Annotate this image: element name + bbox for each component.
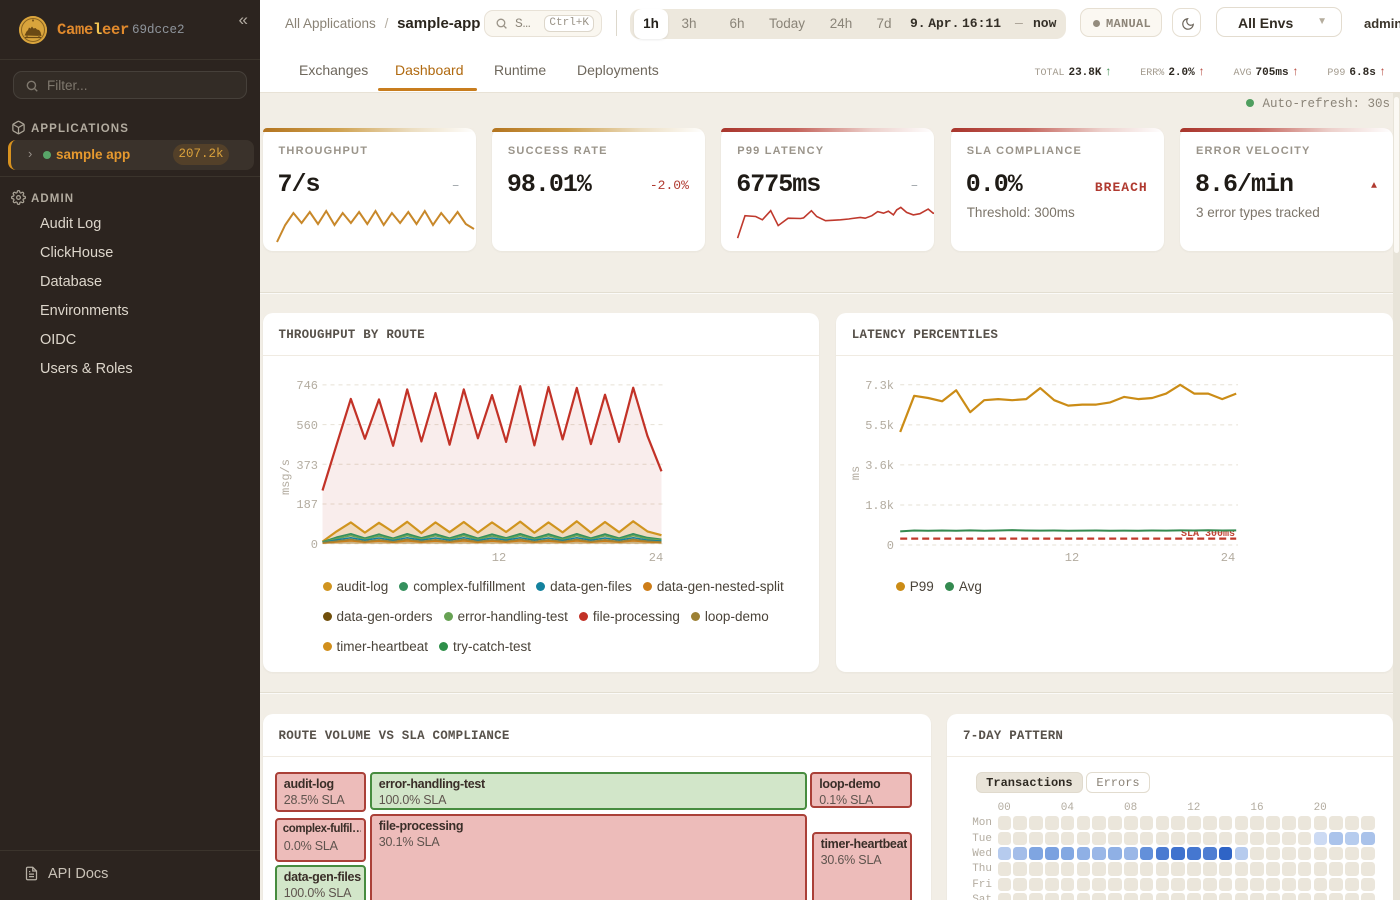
svg-text:7.3k: 7.3k [865, 379, 894, 393]
svg-text:24: 24 [1221, 551, 1235, 565]
svg-text:1.8k: 1.8k [865, 499, 894, 513]
svg-text:12: 12 [1065, 551, 1079, 565]
svg-text:ms: ms [849, 466, 863, 480]
svg-text:187: 187 [296, 498, 318, 512]
svg-text:0: 0 [310, 538, 317, 552]
svg-text:3.6k: 3.6k [865, 459, 894, 473]
svg-text:0: 0 [887, 539, 894, 553]
svg-text:746: 746 [296, 379, 318, 393]
svg-text:560: 560 [296, 419, 318, 433]
svg-text:5.5k: 5.5k [865, 419, 894, 433]
svg-text:24: 24 [648, 551, 662, 565]
svg-text:msg/s: msg/s [279, 459, 293, 495]
svg-text:12: 12 [491, 551, 505, 565]
svg-text:373: 373 [296, 459, 318, 473]
